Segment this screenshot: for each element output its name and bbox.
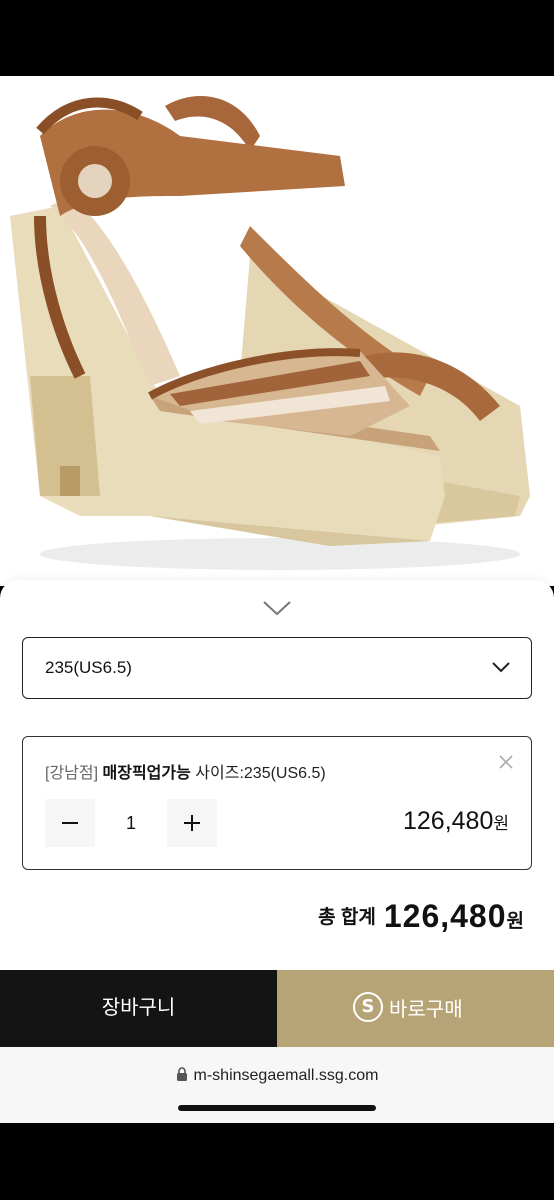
home-indicator[interactable] [178, 1105, 376, 1111]
buy-now-content: S 바로구매 [353, 992, 463, 1026]
purchase-action-bar: 장바구니 S 바로구매 [0, 970, 554, 1047]
add-to-cart-button[interactable]: 장바구니 [0, 970, 277, 1047]
option-price-currency: 원 [493, 814, 509, 833]
close-icon [503, 97, 529, 123]
option-size: 사이즈:235(US6.5) [195, 765, 326, 782]
buy-now-label: 바로구매 [389, 998, 463, 1021]
option-price: 126,480원 [403, 807, 509, 836]
pickup-label: 매장픽업가능 [102, 765, 191, 782]
close-button[interactable] [502, 96, 530, 124]
decrease-quantity-button[interactable] [45, 799, 95, 847]
total-price-value: 126,480 [383, 898, 507, 934]
quantity-value[interactable]: 1 [95, 799, 167, 847]
plus-icon [184, 815, 200, 831]
chevron-down-icon [263, 601, 291, 616]
minus-icon [62, 822, 78, 824]
product-image [10, 96, 530, 570]
total-label: 총 합계 [318, 907, 376, 928]
url-text: m-shinsegaemall.ssg.com [193, 1067, 379, 1084]
remove-option-button[interactable] [497, 753, 515, 771]
chevron-down-icon [492, 662, 510, 673]
collapse-sheet-button[interactable] [261, 598, 293, 618]
selected-option-card: [강남점] 매장픽업가능 사이즈:235(US6.5) 1 126,480원 [22, 736, 532, 870]
add-to-cart-label: 장바구니 [101, 997, 176, 1019]
buy-now-button[interactable]: S 바로구매 [277, 970, 554, 1047]
total-price-currency: 원 [506, 911, 524, 932]
option-price-value: 126,480 [402, 807, 494, 835]
browser-address-bar: m-shinsegaemall.ssg.com [0, 1047, 554, 1123]
store-name: [강남점] [45, 765, 99, 782]
ssg-s-logo-icon: S [353, 992, 383, 1022]
size-select[interactable]: 235(US6.5) [22, 637, 532, 699]
option-description: [강남점] 매장픽업가능 사이즈:235(US6.5) [45, 759, 326, 783]
total-price: 총 합계 126,480원 [318, 898, 524, 935]
option-bottom-sheet: 235(US6.5) [강남점] 매장픽업가능 사이즈:235(US6.5) 1… [0, 580, 554, 970]
size-select-value: 235(US6.5) [45, 658, 132, 677]
increase-quantity-button[interactable] [167, 799, 217, 847]
quantity-stepper: 1 [45, 799, 217, 847]
close-icon [499, 755, 513, 769]
screen: 235(US6.5) [강남점] 매장픽업가능 사이즈:235(US6.5) 1… [0, 0, 554, 1200]
url-display[interactable]: m-shinsegaemall.ssg.com [0, 1067, 554, 1085]
product-image-area [0, 76, 554, 586]
lock-icon [176, 1067, 187, 1081]
